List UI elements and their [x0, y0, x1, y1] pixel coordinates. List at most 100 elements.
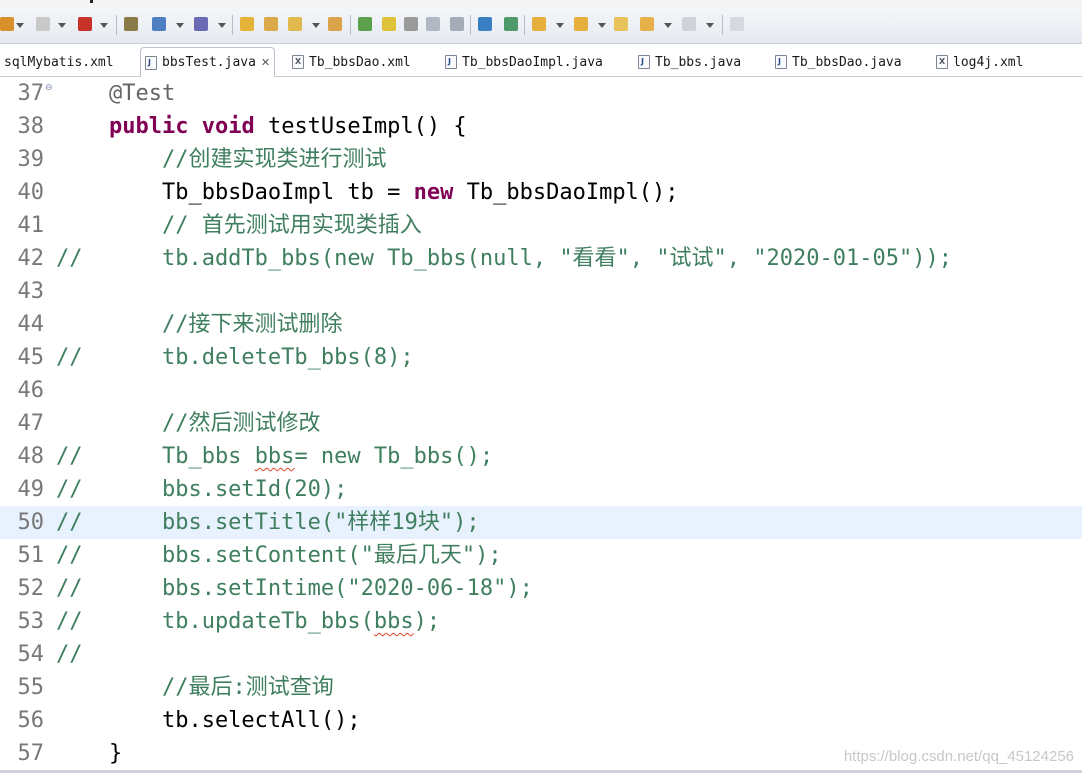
toolbar-separator [232, 15, 233, 35]
code-line[interactable]: 51 // bbs.setContent("最后几天"); [0, 539, 1082, 572]
next-annotation-icon[interactable] [532, 17, 546, 31]
java-file-icon [638, 55, 650, 69]
new-package-icon[interactable] [194, 17, 208, 31]
line-number: 49 [17, 477, 45, 502]
warning-token: bbs [254, 444, 295, 469]
code-token: testUseImpl() { [254, 114, 467, 139]
code-token: ); [413, 609, 441, 634]
tab-tb-bbsdaoimpl-java[interactable]: Tb_bbsDaoImpl.java [445, 49, 603, 75]
toolbar-separator [524, 15, 525, 35]
toolbar-separator [722, 15, 723, 35]
next-annotation-dropdown-chevron-icon[interactable] [556, 23, 564, 28]
code-line[interactable]: 53 // tb.updateTb_bbs(bbs); [0, 605, 1082, 638]
back-arrow-icon[interactable] [640, 17, 654, 31]
debug-icon[interactable] [0, 17, 14, 31]
toolbar-separator [116, 15, 117, 35]
tab-bbstest-java[interactable]: bbsTest.java ✕ [140, 47, 276, 77]
code-line[interactable]: 38 public void testUseImpl() { [0, 110, 1082, 143]
code-token: // tb.addTb_bbs(new Tb_bbs(null, "看看", "… [56, 246, 952, 271]
code-line[interactable]: 50 // bbs.setTitle("样样19块"); [0, 506, 1082, 539]
line-number: 42 [17, 246, 45, 271]
code-line[interactable]: 54 // [0, 638, 1082, 671]
code-token: // bbs.setContent("最后几天"); [56, 543, 502, 568]
back-icon[interactable] [614, 17, 628, 31]
wrench-icon[interactable] [404, 17, 418, 31]
code-token: // bbs.setTitle("样样19块"); [56, 510, 480, 535]
workspace-icon[interactable] [124, 17, 138, 31]
pen-icon[interactable] [288, 17, 302, 31]
pen-dropdown-chevron-icon[interactable] [312, 23, 320, 28]
line-number: 39 [17, 147, 45, 172]
prev-annotation-dropdown-chevron-icon[interactable] [598, 23, 606, 28]
debug-dropdown-chevron-icon[interactable] [16, 23, 24, 28]
code-token: //接下来测试删除 [161, 312, 343, 337]
tab-tb-bbs-java[interactable]: Tb_bbs.java [638, 49, 741, 75]
run-dropdown-chevron-icon[interactable] [100, 23, 108, 28]
java-file-icon [145, 55, 157, 70]
watermark: https://blog.csdn.net/qq_45124256 [843, 748, 1074, 765]
code-line[interactable]: 41 // 首先测试用实现类插入 [0, 209, 1082, 242]
close-icon[interactable]: ✕ [261, 56, 270, 69]
code-editor[interactable]: 37 ⊖ @Test 38 public void testUseImpl() {3… [0, 76, 1082, 773]
code-line[interactable]: 37 ⊖ @Test [0, 77, 1082, 110]
code-token: @Test [108, 81, 176, 106]
line-number: 54 [17, 642, 45, 667]
open-type-icon[interactable] [240, 17, 254, 31]
open-folder-icon[interactable] [264, 17, 278, 31]
line-number: 47 [17, 411, 45, 436]
code-text: // bbs.setContent("最后几天"); [56, 541, 502, 571]
pin-icon[interactable] [358, 17, 372, 31]
line-number: 50 [17, 510, 45, 535]
sync-icon[interactable] [504, 17, 518, 31]
code-line[interactable]: 55 //最后:测试查询 [0, 671, 1082, 704]
stop-icon[interactable] [36, 17, 50, 31]
fold-toggle-icon[interactable]: ⊖ [45, 83, 53, 93]
pin-editor-icon[interactable] [730, 17, 744, 31]
new-class-dropdown-chevron-icon[interactable] [176, 23, 184, 28]
code-token: public [108, 114, 189, 139]
code-token: = new Tb_bbs(); [294, 444, 494, 469]
code-line[interactable]: 52 // bbs.setIntime("2020-06-18"); [0, 572, 1082, 605]
forward-dropdown-chevron-icon[interactable] [706, 23, 714, 28]
window-icon[interactable] [426, 17, 440, 31]
new-class-icon[interactable] [152, 17, 166, 31]
code-line[interactable]: 39 //创建实现类进行测试 [0, 143, 1082, 176]
code-line[interactable]: 44 //接下来测试删除 [0, 308, 1082, 341]
code-token: // [56, 642, 83, 667]
tab-log4j-xml[interactable]: log4j.xml [936, 49, 1023, 75]
code-line[interactable]: 40 Tb_bbsDaoImpl tb = new Tb_bbsDaoImpl(… [0, 176, 1082, 209]
code-token: // 首先测试用实现类插入 [161, 213, 422, 238]
code-line[interactable]: 43 [0, 275, 1082, 308]
globe-icon[interactable] [478, 17, 492, 31]
code-line[interactable]: 56 tb.selectAll(); [0, 704, 1082, 737]
code-line[interactable]: 45 // tb.deleteTb_bbs(8); [0, 341, 1082, 374]
back-dropdown-chevron-icon[interactable] [664, 23, 672, 28]
code-text: @Test [56, 79, 175, 109]
folder-icon[interactable] [328, 17, 342, 31]
tab-sqlmybatis-xml[interactable]: sqlMybatis.xml [4, 49, 114, 75]
code-line[interactable]: 48 // Tb_bbs bbs= new Tb_bbs(); [0, 440, 1082, 473]
tab-tb-bbsdao-java[interactable]: Tb_bbsDao.java [775, 49, 902, 75]
line-number: 52 [17, 576, 45, 601]
warning-token: bbs [373, 609, 414, 634]
tab-tb-bbsdao-xml[interactable]: Tb_bbsDao.xml [292, 49, 411, 75]
code-line[interactable]: 46 [0, 374, 1082, 407]
line-number: 56 [17, 708, 45, 733]
line-number: 46 [17, 378, 45, 403]
forward-arrow-icon[interactable] [682, 17, 696, 31]
stop-dropdown-chevron-icon[interactable] [58, 23, 66, 28]
code-line[interactable]: 47 //然后测试修改 [0, 407, 1082, 440]
prev-annotation-icon[interactable] [574, 17, 588, 31]
marker-icon[interactable] [382, 17, 396, 31]
code-line[interactable]: 49 // bbs.setId(20); [0, 473, 1082, 506]
new-package-dropdown-chevron-icon[interactable] [218, 23, 226, 28]
java-file-icon [445, 55, 457, 69]
code-text: // 首先测试用实现类插入 [56, 211, 422, 241]
line-number: 53 [17, 609, 45, 634]
panel-icon[interactable] [450, 17, 464, 31]
code-line[interactable]: 42 // tb.addTb_bbs(new Tb_bbs(null, "看看",… [0, 242, 1082, 275]
code-text: // tb.addTb_bbs(new Tb_bbs(null, "看看", "… [56, 244, 952, 274]
run-icon[interactable] [78, 17, 92, 31]
